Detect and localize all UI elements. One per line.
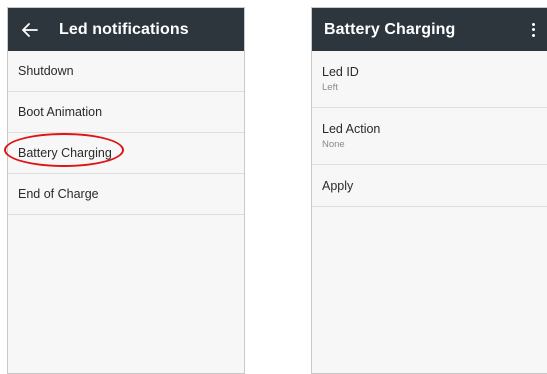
pref-summary: None [322, 139, 345, 150]
pref-led-id[interactable]: Led ID Left [312, 51, 547, 108]
pref-title: Led Action [322, 122, 381, 136]
app-bar: Led notifications [8, 8, 244, 51]
page-title: Led notifications [59, 20, 189, 38]
list-item-end-of-charge[interactable]: End of Charge [8, 174, 244, 215]
more-vert-icon[interactable] [532, 22, 536, 37]
app-bar: Battery Charging [312, 8, 547, 51]
list-item-shutdown[interactable]: Shutdown [8, 51, 244, 92]
back-arrow-icon[interactable] [21, 21, 39, 39]
pref-led-action[interactable]: Led Action None [312, 108, 547, 165]
right-phone-screen: Battery Charging Led ID Left Led Action … [311, 7, 547, 374]
list-item-label: Shutdown [18, 64, 74, 78]
page-title: Battery Charging [324, 20, 456, 38]
apply-label: Apply [322, 178, 354, 193]
list-item-label: Boot Animation [18, 105, 103, 119]
list-item-battery-charging[interactable]: Battery Charging [8, 133, 244, 174]
pref-summary: Left [322, 82, 338, 93]
left-phone-screen: Led notifications Shutdown Boot Animatio… [7, 7, 245, 374]
apply-button[interactable]: Apply [312, 165, 547, 207]
list-item-boot-animation[interactable]: Boot Animation [8, 92, 244, 133]
pref-title: Led ID [322, 65, 359, 79]
list-item-label: Battery Charging [18, 146, 112, 160]
list-item-label: End of Charge [18, 187, 99, 201]
